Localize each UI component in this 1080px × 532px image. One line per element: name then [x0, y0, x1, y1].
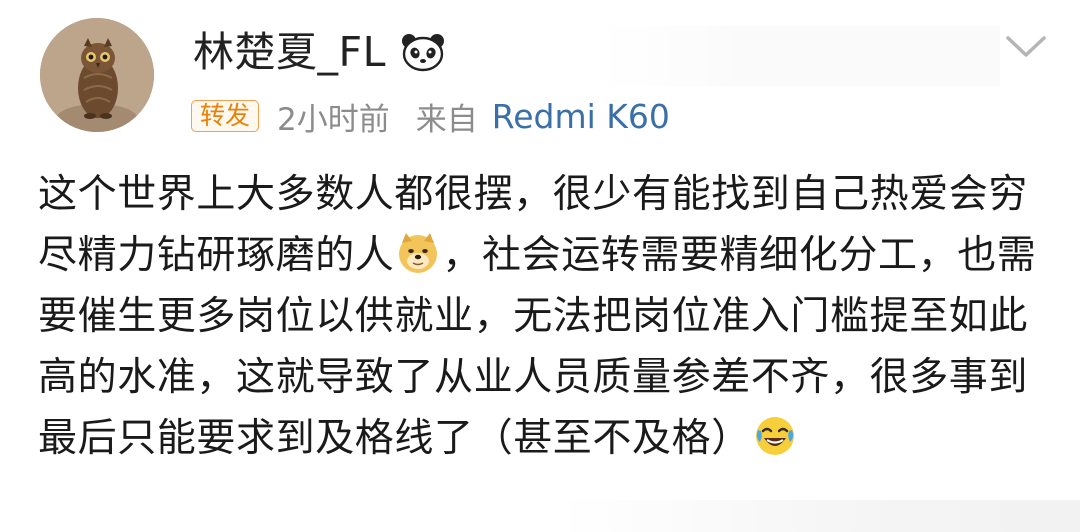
repost-tag: 转发 [191, 100, 260, 132]
post-time: 2小时前 [277, 101, 390, 138]
header-background [600, 26, 1000, 86]
source-device-link[interactable]: Redmi K60 [492, 97, 670, 136]
laugh-cry-icon [753, 414, 797, 458]
doge-icon [396, 231, 440, 275]
author-row: 林楚夏_FL [193, 22, 446, 82]
post-content: 这个世界上大多数人都很摆，很少有能找到自己热爱会穷尽精力钻研琢磨的人 ，社会运转… [38, 164, 1042, 469]
author-name[interactable]: 林楚夏_FL [193, 31, 386, 73]
chevron-down-icon [1006, 36, 1046, 57]
owl-avatar [40, 18, 154, 132]
bottom-fade [560, 500, 1080, 532]
more-options-button[interactable] [1002, 30, 1050, 64]
panda-icon [400, 32, 446, 72]
author-avatar[interactable] [40, 18, 154, 132]
post-meta: 转发 2小时前 来自 Redmi K60 [191, 96, 670, 138]
weibo-post-card: 林楚夏_FL 转发 2小时前 来自 Redmi K60 这个世界上大多数人都很摆… [0, 0, 1080, 532]
source-prefix: 来自 [415, 101, 478, 138]
